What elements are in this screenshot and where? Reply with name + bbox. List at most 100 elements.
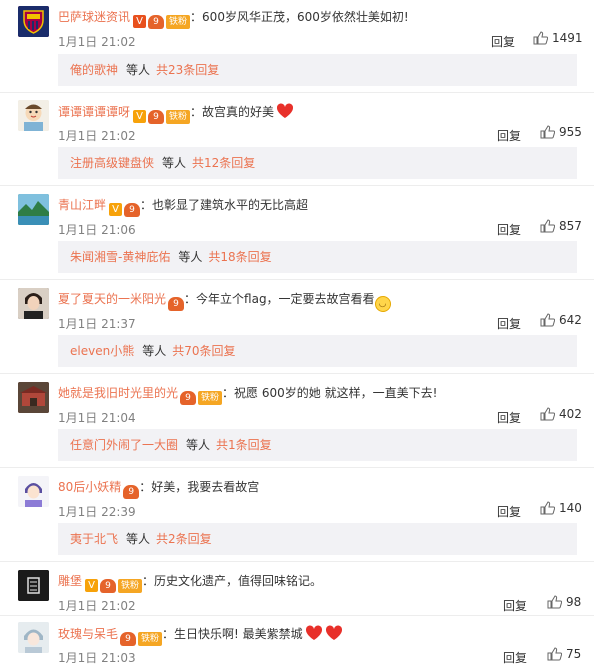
comment-time: 1月1日 21:02 (58, 129, 136, 143)
reply-first-user[interactable]: 夷于北飞 (70, 532, 118, 546)
comment-line: 她就是我旧时光里的光 9 铁粉 ：祝愿 600岁的她 就这样，一直美下去! (58, 386, 438, 405)
fan-badge: 铁粉 (166, 110, 191, 124)
username[interactable]: 青山江畔 (58, 198, 106, 212)
comment-line: 80后小妖精 9 ：好美，我要去看故宫 (58, 480, 260, 499)
reply-first-user[interactable]: 朱闻湘雪-黄神庇佑 (70, 250, 170, 264)
like-button[interactable]: 140 (540, 501, 582, 515)
thumbs-up-icon (540, 219, 556, 233)
like-count: 955 (559, 125, 582, 139)
username[interactable]: 玫瑰与呆毛 (58, 627, 118, 641)
medal-icon: 9 (180, 391, 197, 405)
verified-icon: V (133, 15, 147, 28)
reply-first-user[interactable]: 俺的歌神 (70, 63, 118, 77)
like-count: 642 (559, 313, 582, 327)
divider (0, 373, 594, 374)
reply-button[interactable]: 回复 (503, 649, 527, 666)
like-button[interactable]: 98 (547, 595, 581, 609)
avatar[interactable] (18, 382, 49, 413)
username[interactable]: 她就是我旧时光里的光 (58, 386, 178, 400)
reply-count-link[interactable]: 共70条回复 (172, 344, 235, 358)
username[interactable]: 80后小妖精 (58, 480, 121, 494)
divider (0, 615, 594, 616)
reply-count-link[interactable]: 共18条回复 (208, 250, 271, 264)
username[interactable]: 夏了夏天的一米阳光 (58, 292, 166, 306)
comment-line: 玫瑰与呆毛 9 铁粉 ：生日快乐啊! 最美紫禁城 (58, 625, 343, 646)
comment-text: 600岁风华正茂，600岁依然壮美如初! (202, 10, 409, 24)
like-count: 98 (566, 595, 582, 609)
verified-icon: V (133, 110, 147, 123)
heart-icon (325, 625, 342, 640)
like-button[interactable]: 955 (540, 125, 582, 139)
comment-time: 1月1日 21:02 (58, 599, 136, 613)
reply-count-link[interactable]: 共1条回复 (216, 438, 272, 452)
username[interactable]: 雕堡 (58, 574, 82, 588)
comment-line: 夏了夏天的一米阳光 9 ：今年立个flag，一定要去故宫看看 ◡ (58, 291, 391, 312)
reply-button[interactable]: 回复 (497, 409, 521, 426)
reply-first-user[interactable]: eleven小熊 (70, 344, 134, 358)
fan-badge: 铁粉 (198, 391, 223, 405)
divider (0, 467, 594, 468)
like-button[interactable]: 1491 (533, 31, 583, 45)
comment-text: 也彰显了建筑水平的无比高超 (152, 198, 309, 212)
reply-button[interactable]: 回复 (497, 503, 521, 520)
comment-line: 雕堡 V 9 铁粉 ：历史文化遗产，值得回味铭记。 (58, 574, 323, 593)
reply-button[interactable]: 回复 (497, 127, 521, 144)
comment-line: 青山江畔 V 9 ：也彰显了建筑水平的无比高超 (58, 198, 309, 217)
fan-badge: 铁粉 (166, 15, 191, 29)
like-count: 402 (559, 407, 582, 421)
username[interactable]: 谭谭谭谭谭呀 (58, 105, 130, 119)
reply-summary[interactable]: 俺的歌神 等人 共23条回复 (58, 54, 577, 86)
avatar[interactable] (18, 476, 49, 507)
like-button[interactable]: 857 (540, 219, 582, 233)
reply-button[interactable]: 回复 (503, 597, 527, 614)
reply-summary[interactable]: 注册高级键盘侠 等人 共12条回复 (58, 147, 577, 179)
reply-count-link[interactable]: 共23条回复 (156, 63, 219, 77)
avatar[interactable] (18, 288, 49, 319)
reply-button[interactable]: 回复 (491, 33, 515, 50)
medal-icon: 9 (168, 297, 185, 311)
like-count: 857 (559, 219, 582, 233)
reply-count-link[interactable]: 共12条回复 (192, 156, 255, 170)
like-count: 75 (566, 647, 582, 661)
like-count: 1491 (552, 31, 583, 45)
thumbs-up-icon (540, 407, 556, 421)
reply-button[interactable]: 回复 (497, 315, 521, 332)
thumbs-up-icon (547, 595, 563, 609)
medal-icon: 9 (148, 110, 165, 124)
thumbs-up-icon (533, 31, 549, 45)
heart-icon (277, 103, 294, 118)
verified-icon: V (85, 579, 99, 592)
avatar[interactable] (18, 100, 49, 131)
like-button[interactable]: 75 (547, 647, 581, 661)
username[interactable]: 巴萨球迷资讯 (58, 10, 130, 24)
comment-text: 历史文化遗产，值得回味铭记。 (154, 574, 323, 588)
reply-count-link[interactable]: 共2条回复 (156, 532, 212, 546)
medal-icon: 9 (120, 632, 137, 646)
comment-time: 1月1日 21:03 (58, 651, 136, 665)
reply-summary[interactable]: eleven小熊 等人 共70条回复 (58, 335, 577, 367)
avatar[interactable] (18, 570, 49, 601)
comment-text: 祝愿 600岁的她 就这样，一直美下去! (234, 386, 438, 400)
heart-icon (305, 625, 322, 640)
thumbs-up-icon (540, 313, 556, 327)
comment-time: 1月1日 21:02 (58, 35, 136, 49)
avatar[interactable] (18, 622, 49, 653)
like-button[interactable]: 402 (540, 407, 582, 421)
avatar[interactable] (18, 6, 49, 37)
medal-icon: 9 (100, 579, 117, 593)
reply-first-user[interactable]: 任意门外闹了一大圈 (70, 438, 178, 452)
reply-button[interactable]: 回复 (497, 221, 521, 238)
fan-badge: 铁粉 (138, 632, 163, 646)
reply-first-user[interactable]: 注册高级键盘侠 (70, 156, 154, 170)
fan-badge: 铁粉 (118, 579, 143, 593)
comment-time: 1月1日 21:06 (58, 223, 136, 237)
thumbs-up-icon (547, 647, 563, 661)
comment-text: 好美，我要去看故宫 (151, 480, 260, 494)
comment-text: 今年立个flag，一定要去故宫看看 (196, 292, 375, 306)
reply-summary[interactable]: 朱闻湘雪-黄神庇佑 等人 共18条回复 (58, 241, 577, 273)
like-button[interactable]: 642 (540, 313, 582, 327)
avatar[interactable] (18, 194, 49, 225)
reply-summary[interactable]: 任意门外闹了一大圈 等人 共1条回复 (58, 429, 577, 461)
comment-text: 生日快乐啊! 最美紫禁城 (174, 627, 303, 641)
reply-summary[interactable]: 夷于北飞 等人 共2条回复 (58, 523, 577, 555)
